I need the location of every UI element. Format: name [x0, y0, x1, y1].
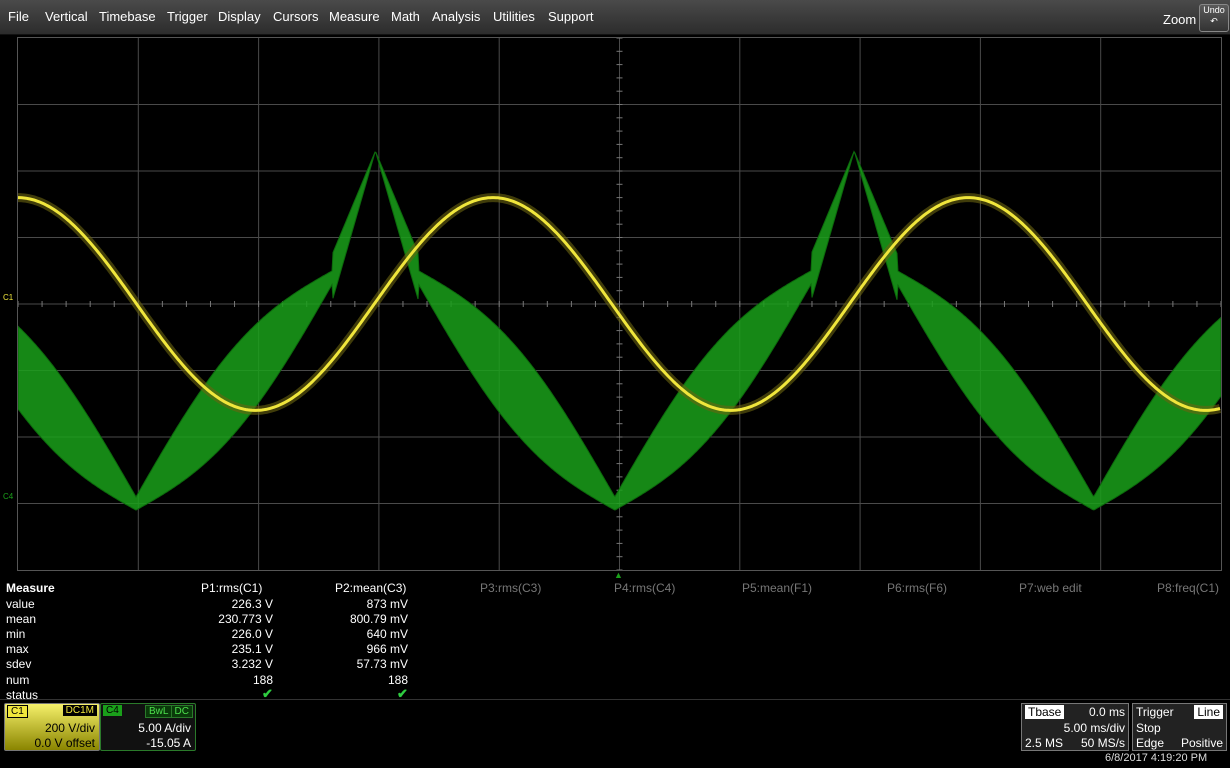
timestamp: 6/8/2017 4:19:20 PM [1105, 752, 1208, 764]
c1-ground-marker[interactable]: C1 [3, 293, 13, 302]
p1-sdev: 3.232 V [231, 657, 273, 671]
c4-offset: -15.05 A [146, 736, 191, 750]
row-label-mean: mean [6, 612, 37, 626]
p1-header[interactable]: P1:rms(C1) [201, 581, 262, 595]
p1-num: 188 [252, 673, 273, 687]
row-label-num: num [6, 673, 30, 687]
p3-header[interactable]: P3:rms(C3) [480, 581, 541, 595]
tbase-delay: 0.0 ms [1088, 705, 1125, 719]
menu-analysis[interactable]: Analysis [432, 9, 480, 24]
c4-coupling: DC [170, 705, 193, 718]
p1-mean: 230.773 V [218, 612, 273, 626]
p2-max: 966 mV [366, 642, 408, 656]
c4-bwl-badge: BwL [145, 705, 173, 718]
waveform-display [18, 38, 1221, 570]
c4-scale: 5.00 A/div [138, 721, 191, 735]
zoom-button[interactable]: Zoom [1163, 12, 1196, 27]
trigger-descriptor[interactable]: Trigger Line Stop Edge Positive [1132, 703, 1227, 751]
p7-header[interactable]: P7:web edit [1019, 581, 1082, 595]
row-label-value: value [6, 597, 35, 611]
c4-channel-descriptor[interactable]: C4 BwL DC 5.00 A/div -15.05 A [100, 703, 196, 751]
undo-label: Undo [1203, 5, 1225, 15]
p2-num: 188 [387, 673, 408, 687]
trigger-mode: Stop [1136, 721, 1161, 735]
trigger-type: Line [1194, 705, 1223, 719]
divider [0, 699, 1230, 700]
c1-offset: 0.0 V offset [34, 736, 96, 750]
menu-measure[interactable]: Measure [329, 9, 380, 24]
menu-bar: File Vertical Timebase Trigger Display C… [0, 0, 1230, 35]
p8-header[interactable]: P8:freq(C1) [1157, 581, 1219, 595]
p2-min: 640 mV [366, 627, 408, 641]
p1-value: 226.3 V [231, 597, 273, 611]
menu-display[interactable]: Display [218, 9, 261, 24]
p2-sdev: 57.73 mV [356, 657, 408, 671]
trigger-slope: Positive [1180, 736, 1223, 750]
p1-max: 235.1 V [231, 642, 273, 656]
p4-header[interactable]: P4:rms(C4) [614, 581, 675, 595]
tbase-label: Tbase [1025, 705, 1065, 719]
undo-arrow-icon: ↶ [1210, 16, 1218, 26]
menu-vertical[interactable]: Vertical [45, 9, 88, 24]
tbase-rate: 50 MS/s [1080, 736, 1125, 750]
tbase-samples: 2.5 MS [1025, 736, 1064, 750]
undo-button[interactable]: Undo ↶ [1199, 4, 1229, 32]
c1-coupling: DC1M [62, 705, 97, 716]
p5-header[interactable]: P5:mean(F1) [742, 581, 812, 595]
trigger-position-icon[interactable]: ▲ [614, 570, 623, 580]
c1-scale: 200 V/div [44, 721, 95, 735]
p6-header[interactable]: P6:rms(F6) [887, 581, 947, 595]
row-label-sdev: sdev [6, 657, 32, 671]
menu-cursors[interactable]: Cursors [273, 9, 319, 24]
menu-trigger[interactable]: Trigger [167, 9, 208, 24]
trigger-slope-type: Edge [1136, 736, 1165, 750]
c1-channel-descriptor[interactable]: C1 DC1M 200 V/div 0.0 V offset [4, 703, 100, 751]
c4-tag: C4 [103, 705, 122, 716]
trigger-label: Trigger [1136, 705, 1174, 719]
p2-header[interactable]: P2:mean(C3) [335, 581, 406, 595]
p1-min: 226.0 V [231, 627, 273, 641]
c4-ground-marker[interactable]: C4 [3, 492, 13, 501]
waveform-grid[interactable] [17, 37, 1222, 571]
row-label-min: min [6, 627, 26, 641]
menu-utilities[interactable]: Utilities [493, 9, 535, 24]
menu-math[interactable]: Math [391, 9, 420, 24]
menu-timebase[interactable]: Timebase [99, 9, 156, 24]
p2-value: 873 mV [366, 597, 408, 611]
timebase-descriptor[interactable]: Tbase 0.0 ms 5.00 ms/div 2.5 MS 50 MS/s [1021, 703, 1129, 751]
p2-mean: 800.79 mV [349, 612, 408, 626]
menu-file[interactable]: File [8, 9, 29, 24]
tbase-scale: 5.00 ms/div [1063, 721, 1125, 735]
c1-tag: C1 [7, 705, 28, 718]
measure-title: Measure [6, 581, 55, 595]
menu-support[interactable]: Support [548, 9, 594, 24]
row-label-max: max [6, 642, 29, 656]
